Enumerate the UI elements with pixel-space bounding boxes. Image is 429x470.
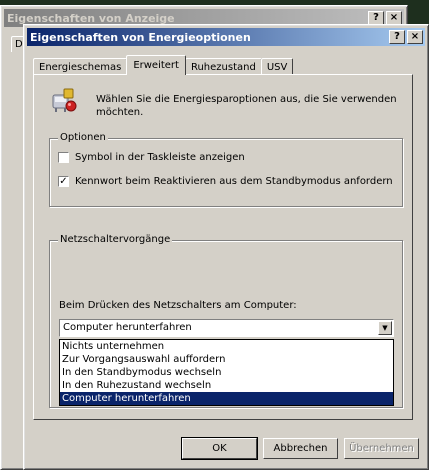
options-legend: Optionen xyxy=(58,132,108,143)
dropdown-option-shutdown[interactable]: Computer herunterfahren xyxy=(60,392,393,405)
power-options-icon xyxy=(50,86,78,114)
power-button-action-dropdown: Nichts unternehmen Zur Vorgangsauswahl a… xyxy=(59,339,394,406)
intro-text: Wählen Sie die Energiesparoptionen aus, … xyxy=(96,93,397,119)
power-buttons-legend: Netzschaltervorgänge xyxy=(58,234,173,245)
apply-button-label: Übernehmen xyxy=(349,443,414,454)
tab-erweitert[interactable]: Erweitert xyxy=(126,55,186,75)
display-properties-title: Eigenschaften von Anzeige xyxy=(7,11,175,25)
tab-energieschemas[interactable]: Energieschemas xyxy=(33,58,128,75)
password-checkbox[interactable]: ✓ xyxy=(58,176,69,187)
cancel-button[interactable]: Abbrechen xyxy=(263,438,338,459)
tab-strip: Energieschemas Erweitert Ruhezustand USV xyxy=(33,55,294,75)
tray-icon-checkbox[interactable] xyxy=(58,152,69,163)
display-close-button[interactable]: × xyxy=(386,11,402,25)
cancel-button-label: Abbrechen xyxy=(273,443,328,454)
tab-ruhezustand[interactable]: Ruhezustand xyxy=(184,58,262,75)
apply-button[interactable]: Übernehmen xyxy=(344,438,419,459)
ok-button[interactable]: OK xyxy=(181,437,258,460)
power-button-action-value: Computer herunterfahren xyxy=(63,322,192,333)
dropdown-option-hibernate[interactable]: In den Ruhezustand wechseln xyxy=(60,379,393,392)
tray-icon-row[interactable]: Symbol in der Taskleiste anzeigen xyxy=(58,152,245,163)
close-button[interactable]: × xyxy=(407,30,423,44)
dropdown-arrow-icon[interactable]: ▼ xyxy=(378,321,392,335)
password-label: Kennwort beim Reaktivieren aus dem Stand… xyxy=(75,176,393,187)
tray-icon-label: Symbol in der Taskleiste anzeigen xyxy=(75,152,245,163)
power-button-prompt: Beim Drücken des Netzschalters am Comput… xyxy=(59,300,297,311)
intro-text-line-2: möchten. xyxy=(96,107,144,118)
power-button-action-select[interactable]: Computer herunterfahren ▼ xyxy=(59,319,394,337)
power-options-titlebar[interactable]: Eigenschaften von Energieoptionen ? × xyxy=(27,28,425,46)
help-button[interactable]: ? xyxy=(389,30,405,44)
options-group: Optionen xyxy=(49,132,403,207)
dropdown-option-standby[interactable]: In den Standbymodus wechseln xyxy=(60,366,393,379)
tab-usv[interactable]: USV xyxy=(260,58,294,75)
ok-button-label: OK xyxy=(212,443,227,454)
power-options-title: Eigenschaften von Energieoptionen xyxy=(30,30,251,44)
dropdown-option-ask[interactable]: Zur Vorgangsauswahl auffordern xyxy=(60,353,393,366)
display-help-button[interactable]: ? xyxy=(368,11,384,25)
password-row[interactable]: ✓ Kennwort beim Reaktivieren aus dem Sta… xyxy=(58,176,393,187)
intro-text-line-1: Wählen Sie die Energiesparoptionen aus, … xyxy=(96,94,397,105)
dropdown-option-nothing[interactable]: Nichts unternehmen xyxy=(60,340,393,353)
